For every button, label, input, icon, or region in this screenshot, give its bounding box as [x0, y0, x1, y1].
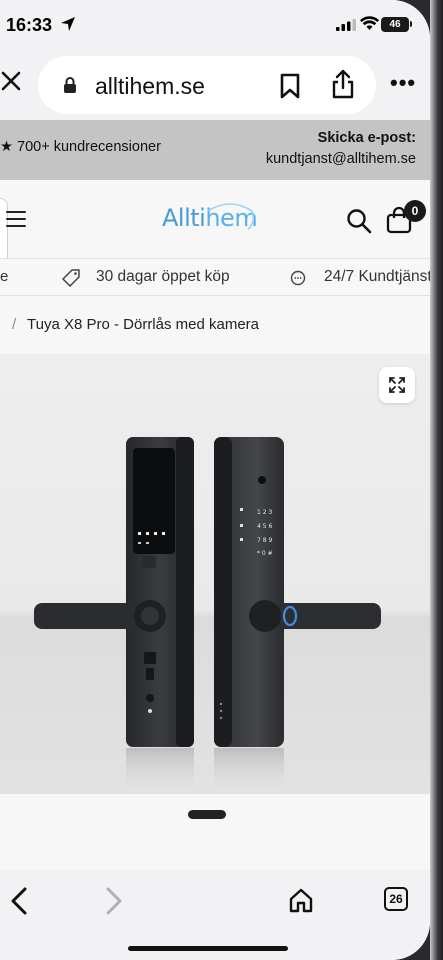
menu-icon[interactable] — [6, 210, 26, 228]
battery-tip — [410, 21, 412, 27]
usp-support: 24/7 Kundtjänst — [324, 268, 430, 285]
email-label: Skicka e-post: — [317, 130, 416, 146]
usp-fragment: e — [0, 268, 9, 285]
wifi-icon — [360, 16, 379, 30]
svg-text:4 5 6: 4 5 6 — [257, 523, 272, 530]
reviews-count[interactable]: ★ 700+ kundrecensioner — [0, 139, 161, 155]
browser-toolbar: alltihem.se ••• — [0, 52, 430, 120]
svg-text:7 8 9: 7 8 9 — [257, 537, 272, 544]
phone-screen: 16:33 46 alltihem.se ••• ★ 700+ kundrece… — [0, 0, 430, 960]
share-icon[interactable] — [331, 69, 355, 99]
device-edge — [430, 0, 443, 960]
close-icon[interactable] — [0, 70, 22, 92]
site-header: Alltihem 0 — [0, 180, 430, 298]
location-arrow-icon — [61, 17, 75, 31]
usp-open-purchase: 30 dagar öppet köp — [96, 268, 230, 285]
usp-strip: e 30 dagar öppet köp 24/7 Kundtjänst — [0, 258, 430, 296]
svg-text:* 0 #: * 0 # — [257, 550, 273, 557]
breadcrumb-separator: / — [12, 316, 17, 333]
more-options-button[interactable]: ••• — [390, 72, 416, 94]
address-bar[interactable]: alltihem.se — [38, 56, 376, 114]
logo-roof-mark — [207, 203, 255, 230]
chat-bubble-icon — [290, 270, 306, 286]
price-tag-icon — [62, 269, 80, 287]
battery-indicator: 46 — [381, 17, 409, 32]
info-bar: ★ 700+ kundrecensioner Skicka e-post: ku… — [0, 120, 430, 180]
status-bar: 16:33 46 — [0, 0, 430, 52]
gallery-footer — [0, 794, 430, 870]
home-indicator — [128, 946, 288, 951]
logo-text-part1: Allti — [162, 204, 206, 232]
expand-icon — [389, 377, 405, 393]
forward-arrow-icon[interactable] — [103, 886, 125, 916]
expand-image-button[interactable] — [379, 367, 415, 403]
browser-bottom-toolbar: 26 — [0, 870, 430, 960]
bookmark-icon[interactable] — [280, 73, 300, 99]
breadcrumb-current: Tuya X8 Pro - Dörrlås med kamera — [27, 316, 260, 333]
product-image: 1 2 3 4 5 6 7 8 9 * 0 # — [34, 437, 381, 794]
email-link[interactable]: kundtjanst@alltihem.se — [266, 151, 416, 167]
back-arrow-icon[interactable] — [8, 886, 30, 916]
cart-count-badge: 0 — [404, 200, 426, 222]
breadcrumb: / Tuya X8 Pro - Dörrlås med kamera — [0, 296, 430, 354]
svg-text:1 2 3: 1 2 3 — [257, 509, 272, 516]
cellular-signal-icon — [336, 19, 356, 31]
home-icon[interactable] — [288, 887, 314, 913]
search-icon[interactable] — [346, 208, 372, 234]
lock-icon — [64, 77, 76, 93]
product-image-gallery[interactable]: 1 2 3 4 5 6 7 8 9 * 0 # — [0, 354, 430, 794]
url-text: alltihem.se — [95, 73, 205, 99]
tabs-button[interactable]: 26 — [384, 887, 408, 911]
gallery-slide-indicator[interactable] — [188, 810, 226, 819]
clock: 16:33 — [6, 15, 53, 35]
